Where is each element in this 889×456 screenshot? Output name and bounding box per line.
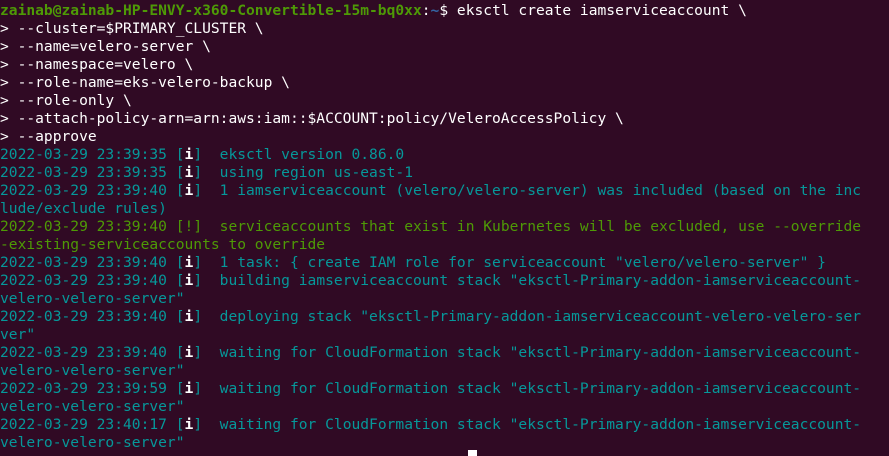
log-message: 1 task: { create IAM role for serviceacc… xyxy=(202,254,826,271)
log-line-wrap: velero-velero-server" xyxy=(0,290,889,308)
log-level-tag: i xyxy=(184,182,194,199)
terminal-window[interactable]: zainab@zainab-HP-ENVY-x360-Convertible-1… xyxy=(0,0,889,456)
log-line: 2022-03-29 23:39:40 [i] 1 iamserviceacco… xyxy=(0,182,889,200)
log-line: 2022-03-29 23:39:40 [i] building iamserv… xyxy=(0,272,889,290)
log-tag-close: ] xyxy=(193,416,203,433)
log-level-tag: i xyxy=(184,272,194,289)
continuation-line: > --cluster=$PRIMARY_CLUSTER \ xyxy=(0,20,264,37)
log-message: serviceaccounts that exist in Kubernetes… xyxy=(202,218,862,235)
log-tag-close: ] xyxy=(193,164,203,181)
log-tag-close: ] xyxy=(193,308,203,325)
log-tag-close: ] xyxy=(193,272,203,289)
log-line: 2022-03-29 23:39:35 [i] using region us-… xyxy=(0,164,889,182)
log-wrap-text: velero-velero-server" xyxy=(0,362,185,379)
log-tag-close: ] xyxy=(193,380,203,397)
log-level-tag: ! xyxy=(184,218,194,235)
log-level-tag: i xyxy=(184,344,194,361)
log-wrap-text: lude/exclude rules) xyxy=(0,200,167,217)
log-line-wrap: -existing-serviceaccounts to override xyxy=(0,236,889,254)
log-timestamp: 2022-03-29 23:39:35 [ xyxy=(0,146,185,163)
prompt-colon: : xyxy=(421,2,431,19)
log-wrap-text: velero-velero-server" xyxy=(0,434,185,451)
log-timestamp: 2022-03-29 23:39:40 [ xyxy=(0,344,185,361)
log-timestamp: 2022-03-29 23:39:40 [ xyxy=(0,308,185,325)
log-timestamp: 2022-03-29 23:39:35 [ xyxy=(0,164,185,181)
continuation-line: > --attach-policy-arn=arn:aws:iam::$ACCO… xyxy=(0,110,624,127)
scrollbar[interactable] xyxy=(885,0,889,456)
log-level-tag: i xyxy=(184,308,194,325)
continuation-line: > --name=velero-server \ xyxy=(0,38,211,55)
text-cursor xyxy=(468,450,477,456)
log-line: 2022-03-29 23:39:40 [i] waiting for Clou… xyxy=(0,344,889,362)
log-message: using region us-east-1 xyxy=(202,164,413,181)
continuation-line: > --role-name=eks-velero-backup \ xyxy=(0,74,290,91)
log-line: 2022-03-29 23:39:40 [i] deploying stack … xyxy=(0,308,889,326)
log-tag-close: ] xyxy=(193,344,203,361)
log-timestamp: 2022-03-29 23:39:40 [ xyxy=(0,272,185,289)
log-message: waiting for CloudFormation stack "eksctl… xyxy=(202,416,862,433)
log-output: 2022-03-29 23:39:35 [i] eksctl version 0… xyxy=(0,146,889,452)
log-line-wrap: velero-velero-server" xyxy=(0,362,889,380)
log-line: 2022-03-29 23:39:59 [i] waiting for Clou… xyxy=(0,380,889,398)
log-timestamp: 2022-03-29 23:40:17 [ xyxy=(0,416,185,433)
log-wrap-text: ver" xyxy=(0,326,36,343)
log-level-tag: i xyxy=(184,146,194,163)
log-message: building iamserviceaccount stack "eksctl… xyxy=(202,272,862,289)
prompt-symbol: $ xyxy=(439,2,457,19)
log-message: eksctl version 0.86.0 xyxy=(202,146,405,163)
log-wrap-text: velero-velero-server" xyxy=(0,290,185,307)
log-level-tag: i xyxy=(184,416,194,433)
log-tag-close: ] xyxy=(193,218,203,235)
continuation-line: > --approve xyxy=(0,128,97,145)
log-timestamp: 2022-03-29 23:39:40 [ xyxy=(0,182,185,199)
log-wrap-text: velero-velero-server" xyxy=(0,398,185,415)
log-wrap-text: -existing-serviceaccounts to override xyxy=(0,236,326,253)
log-line-wrap: velero-velero-server" xyxy=(0,434,889,452)
log-message: waiting for CloudFormation stack "eksctl… xyxy=(202,344,862,361)
log-line-wrap: ver" xyxy=(0,326,889,344)
continuation-line: > --role-only \ xyxy=(0,92,132,109)
log-tag-close: ] xyxy=(193,254,203,271)
log-line: 2022-03-29 23:39:35 [i] eksctl version 0… xyxy=(0,146,889,164)
log-timestamp: 2022-03-29 23:39:40 [ xyxy=(0,218,185,235)
log-timestamp: 2022-03-29 23:39:40 [ xyxy=(0,254,185,271)
prompt-command: eksctl create iamserviceaccount \ xyxy=(456,2,747,19)
log-level-tag: i xyxy=(184,254,194,271)
log-line: 2022-03-29 23:39:40 [!] serviceaccounts … xyxy=(0,218,889,236)
log-line-wrap: lude/exclude rules) xyxy=(0,200,889,218)
prompt-line: zainab@zainab-HP-ENVY-x360-Convertible-1… xyxy=(0,2,889,20)
command-continuations: > --cluster=$PRIMARY_CLUSTER \ > --name=v… xyxy=(0,20,889,146)
prompt-user-host: zainab@zainab-HP-ENVY-x360-Convertible-1… xyxy=(0,2,422,19)
log-message: 1 iamserviceaccount (velero/velero-serve… xyxy=(202,182,862,199)
log-level-tag: i xyxy=(184,164,194,181)
log-tag-close: ] xyxy=(193,182,203,199)
log-line: 2022-03-29 23:39:40 [i] 1 task: { create… xyxy=(0,254,889,272)
log-message: deploying stack "eksctl-Primary-addon-ia… xyxy=(202,308,862,325)
log-timestamp: 2022-03-29 23:39:59 [ xyxy=(0,380,185,397)
log-line: 2022-03-29 23:40:17 [i] waiting for Clou… xyxy=(0,416,889,434)
continuation-line: > --namespace=velero \ xyxy=(0,56,194,73)
log-message: waiting for CloudFormation stack "eksctl… xyxy=(202,380,862,397)
log-line-wrap: velero-velero-server" xyxy=(0,398,889,416)
log-tag-close: ] xyxy=(193,146,203,163)
log-level-tag: i xyxy=(184,380,194,397)
